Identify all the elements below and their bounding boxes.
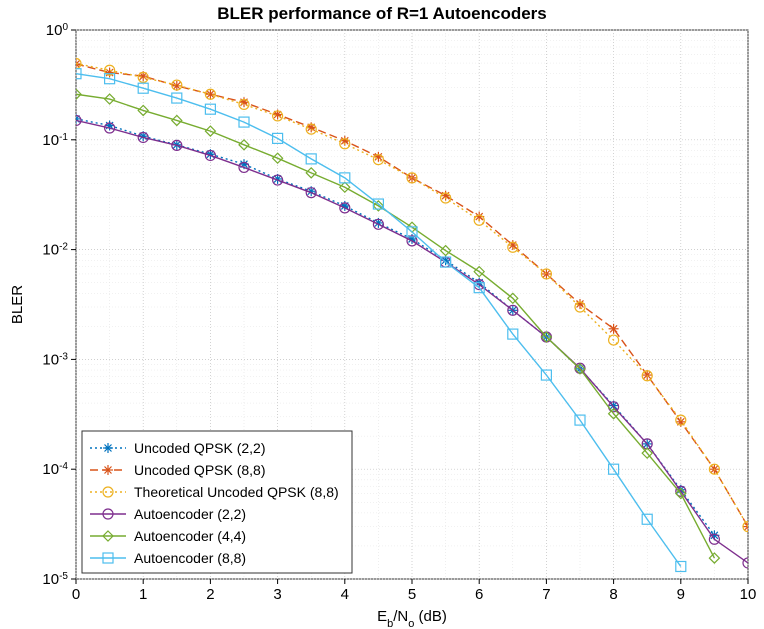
legend-label: Autoencoder (8,8) — [134, 550, 246, 566]
x-tick-label: 2 — [206, 586, 214, 603]
x-tick-label: 5 — [408, 586, 416, 603]
legend-label: Uncoded QPSK (8,8) — [134, 462, 266, 478]
y-tick-label: 10-2 — [42, 241, 68, 259]
legend-label: Uncoded QPSK (2,2) — [134, 440, 266, 456]
x-tick-label: 3 — [273, 586, 281, 603]
legend-label: Autoencoder (2,2) — [134, 506, 246, 522]
y-tick-label: 10-1 — [42, 131, 68, 149]
x-tick-label: 10 — [740, 586, 757, 603]
chart-svg: 0 1 2 3 4 5 6 7 8 9 10 10-5 10-4 10-3 10-2 10-1 100 BLER E… — [0, 0, 764, 629]
x-tick-label: 1 — [139, 586, 147, 603]
x-tick-label: 4 — [341, 586, 349, 603]
y-tick-label: 10-3 — [42, 351, 68, 369]
x-tick-label: 6 — [475, 586, 483, 603]
x-tick-label: 0 — [72, 586, 80, 603]
y-tick-label: 100 — [46, 22, 69, 40]
x-tick-label: 9 — [677, 586, 685, 603]
legend: Uncoded QPSK (2,2) Uncoded QPSK (8,8) Theo… — [82, 431, 352, 573]
x-tick-label: 7 — [542, 586, 550, 603]
legend-label: Theoretical Uncoded QPSK (8,8) — [134, 484, 339, 500]
x-tick-label: 8 — [609, 586, 617, 603]
chart-container: BLER performance of R=1 Autoencoders 0 1 2… — [0, 0, 764, 629]
y-axis-label: BLER — [9, 285, 26, 324]
chart-title: BLER performance of R=1 Autoencoders — [0, 4, 764, 24]
y-tick-label: 10-4 — [42, 461, 68, 479]
legend-label: Autoencoder (4,4) — [134, 528, 246, 544]
y-tick-label: 10-5 — [42, 571, 68, 589]
x-axis-label: Eb/No (dB) — [377, 608, 447, 629]
